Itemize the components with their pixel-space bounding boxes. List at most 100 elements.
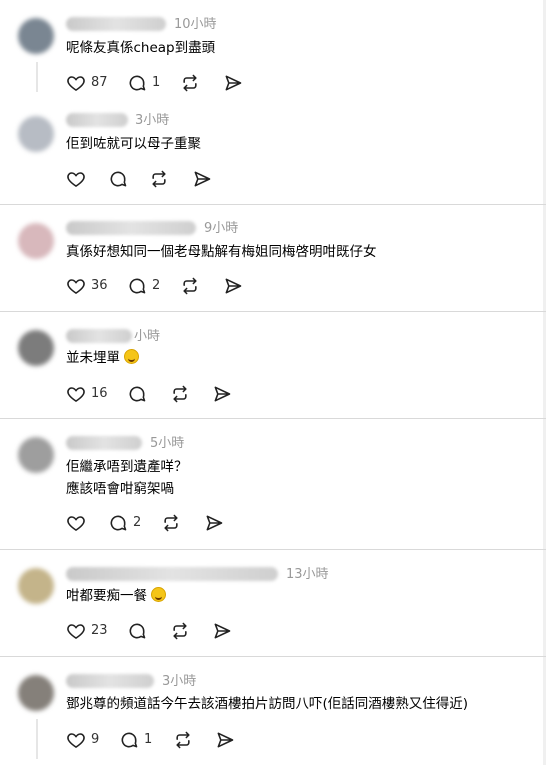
share-button[interactable] <box>223 275 243 297</box>
username[interactable] <box>66 221 196 235</box>
avatar[interactable] <box>18 437 54 473</box>
avatar[interactable] <box>18 223 54 259</box>
comment-item: 3小時 佢到咗就可以母子重聚 <box>0 98 546 204</box>
share-button[interactable] <box>215 729 235 751</box>
reply-button[interactable]: 1 <box>119 729 152 751</box>
like-button[interactable]: 87 <box>66 72 108 94</box>
thread-line <box>36 719 38 759</box>
like-count: 87 <box>91 75 108 90</box>
grinning-emoji-icon <box>124 349 139 364</box>
send-icon <box>214 386 231 402</box>
username[interactable] <box>66 113 128 127</box>
like-count: 36 <box>91 278 108 293</box>
reply-button[interactable] <box>108 168 128 190</box>
reply-count: 2 <box>152 278 161 293</box>
reply-button[interactable]: 2 <box>127 275 160 297</box>
comment-text: 真係好想知同一個老母點解有梅姐同梅啓明咁既仔女 <box>66 241 377 263</box>
comment-icon <box>110 171 127 187</box>
comment-line: 真係好想知同一個老母點解有梅姐同梅啓明咁既仔女 <box>66 244 377 260</box>
username[interactable] <box>66 567 278 581</box>
comment-item: 5小時 佢繼承唔到遺產咩？ 應該唔會咁窮架喎 2 <box>0 419 546 549</box>
reply-count: 1 <box>144 732 153 747</box>
like-button[interactable]: 36 <box>66 275 108 297</box>
timestamp: 5小時 <box>150 436 185 451</box>
repost-button[interactable] <box>180 72 200 94</box>
repost-icon <box>183 74 197 92</box>
heart-icon <box>67 76 85 91</box>
send-icon <box>194 171 211 187</box>
like-count: 16 <box>91 386 108 401</box>
share-button[interactable] <box>212 620 232 642</box>
username[interactable] <box>66 17 166 31</box>
like-count: 23 <box>91 623 108 638</box>
comment-line: 應該唔會咁窮架喎 <box>66 481 174 497</box>
avatar[interactable] <box>18 18 54 54</box>
timestamp: 小時 <box>134 329 161 344</box>
heart-icon <box>67 516 85 531</box>
comment-text: 呢條友真係cheap到盡頭 <box>66 37 215 59</box>
repost-icon <box>164 514 178 532</box>
share-button[interactable] <box>192 168 212 190</box>
heart-icon <box>67 172 85 187</box>
repost-button[interactable] <box>180 275 200 297</box>
username[interactable] <box>66 329 132 343</box>
share-button[interactable] <box>212 383 232 405</box>
comment-line: 鄧兆尊的頻道話今午去該酒樓拍片訪問八吓(佢話同酒樓熟又住得近) <box>66 696 469 712</box>
avatar[interactable] <box>18 116 54 152</box>
repost-button[interactable] <box>173 729 193 751</box>
share-button[interactable] <box>204 512 224 534</box>
repost-button[interactable] <box>149 168 169 190</box>
send-icon <box>214 623 231 639</box>
comment-icon <box>129 75 146 91</box>
like-count: 9 <box>91 732 100 747</box>
repost-button[interactable] <box>170 620 190 642</box>
like-button[interactable]: 9 <box>66 729 99 751</box>
grinning-emoji-icon <box>151 587 166 602</box>
username[interactable] <box>66 436 142 450</box>
avatar[interactable] <box>18 330 54 366</box>
send-icon <box>206 515 223 531</box>
comment-text: 咁都要痴一餐 <box>66 585 166 607</box>
repost-icon <box>173 385 187 403</box>
comment-text: 鄧兆尊的頻道話今午去該酒樓拍片訪問八吓(佢話同酒樓熟又住得近) <box>66 693 468 715</box>
username[interactable] <box>66 674 154 688</box>
comment-line: 呢條友真係cheap到盡頭 <box>66 40 216 56</box>
repost-icon <box>152 170 166 188</box>
send-icon <box>225 75 242 91</box>
send-icon <box>217 732 234 748</box>
comment-item: 小時 並未埋單 16 <box>0 312 546 418</box>
comment-icon <box>129 386 146 402</box>
reply-button[interactable] <box>127 383 147 405</box>
reply-button[interactable] <box>127 620 147 642</box>
avatar[interactable] <box>18 675 54 711</box>
reply-button[interactable]: 2 <box>108 512 141 534</box>
comment-line: 佢繼承唔到遺產咩？ <box>66 459 188 475</box>
comment-icon <box>129 278 146 294</box>
repost-icon <box>173 622 187 640</box>
comment-item: 10小時 呢條友真係cheap到盡頭 87 1 <box>0 0 546 98</box>
avatar[interactable] <box>18 568 54 604</box>
reply-count: 2 <box>133 515 142 530</box>
like-button[interactable]: 23 <box>66 620 108 642</box>
reply-count: 1 <box>152 75 161 90</box>
like-button[interactable]: 16 <box>66 383 108 405</box>
comment-line: 咁都要痴一餐 <box>66 588 147 604</box>
repost-button[interactable] <box>161 512 181 534</box>
share-button[interactable] <box>223 72 243 94</box>
send-icon <box>225 278 242 294</box>
comment-icon <box>110 515 127 531</box>
timestamp: 3小時 <box>135 113 170 128</box>
timestamp: 13小時 <box>286 567 329 582</box>
repost-button[interactable] <box>170 383 190 405</box>
heart-icon <box>67 624 85 639</box>
like-button[interactable] <box>66 168 86 190</box>
repost-icon <box>183 277 197 295</box>
comment-line: 並未埋單 <box>66 350 120 366</box>
like-button[interactable] <box>66 512 86 534</box>
comment-text: 佢到咗就可以母子重聚 <box>66 133 201 155</box>
comment-line: 佢到咗就可以母子重聚 <box>66 136 201 152</box>
comment-item: 3小時 鄧兆尊的頻道話今午去該酒樓拍片訪問八吓(佢話同酒樓熟又住得近) 9 1 <box>0 657 546 765</box>
reply-button[interactable]: 1 <box>127 72 160 94</box>
timestamp: 10小時 <box>174 17 217 32</box>
comment-text: 並未埋單 <box>66 347 139 369</box>
